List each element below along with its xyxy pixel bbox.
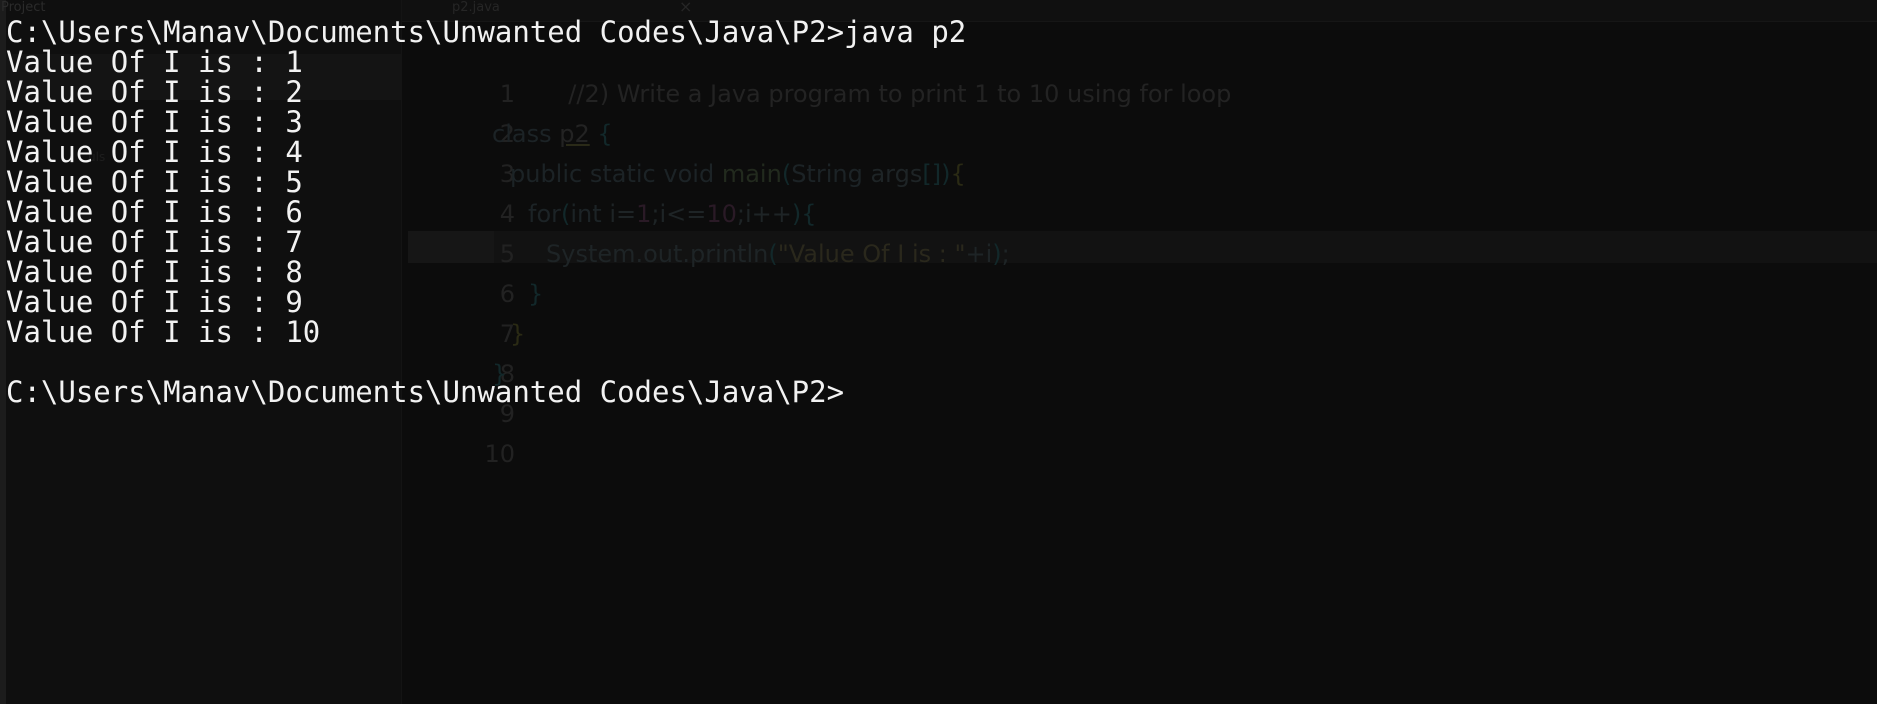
tab-p2-java[interactable]: p2.java [452,0,500,15]
terminal-output-line: Value Of I is : 7 [6,225,303,259]
terminal-output-line: Value Of I is : 6 [6,195,303,229]
terminal-output-line: Value Of I is : 4 [6,135,303,169]
terminal-command-line: C:\Users\Manav\Documents\Unwanted Codes\… [6,15,967,49]
terminal-output[interactable]: C:\Users\Manav\Documents\Unwanted Codes\… [6,17,1866,407]
terminal-output-line: Value Of I is : 8 [6,255,303,289]
terminal-output-line: Value Of I is : 3 [6,105,303,139]
terminal-output-line: Value Of I is : 1 [6,45,303,79]
project-panel-title: Project [1,0,46,15]
terminal-prompt[interactable]: C:\Users\Manav\Documents\Unwanted Codes\… [6,377,1866,407]
terminal-output-line: Value Of I is : 10 [6,315,321,349]
terminal-output-line: Value Of I is : 9 [6,285,303,319]
close-icon[interactable]: × [679,0,692,16]
terminal-output-line: Value Of I is : 5 [6,165,303,199]
terminal-output-line: Value Of I is : 2 [6,75,303,109]
screen: Project uls p2.java × 1 //2) Write a Jav… [0,0,1877,704]
line-number: 10 [484,440,516,468]
